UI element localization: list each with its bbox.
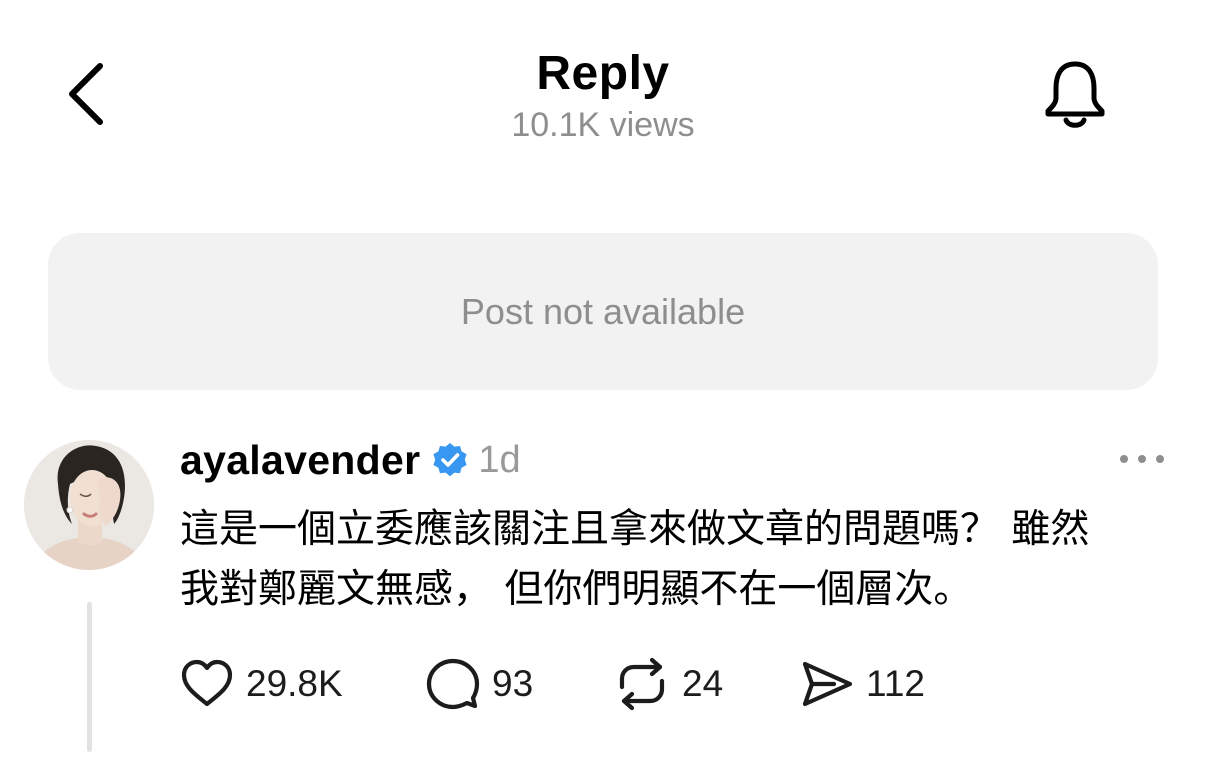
- share-count: 112: [866, 663, 925, 704]
- verified-badge-icon: [433, 443, 467, 477]
- action-bar: 29.8K 93 24 112: [180, 652, 1160, 716]
- more-horizontal-icon: [1120, 455, 1164, 463]
- page-title: Reply: [536, 47, 670, 100]
- bell-icon: [1045, 61, 1105, 128]
- comment-icon: [426, 658, 480, 710]
- repost-button[interactable]: 24: [614, 652, 723, 716]
- avatar[interactable]: [24, 440, 154, 570]
- comment-count: 93: [492, 663, 534, 704]
- reply-text-line: 我對鄭麗文無感， 但你們明顯不在一個層次。: [180, 567, 973, 612]
- unavailable-post-card: Post not available: [48, 233, 1158, 390]
- send-icon: [802, 661, 853, 707]
- comment-button[interactable]: 93: [426, 652, 533, 716]
- reply-header: ayalavender 1d: [180, 432, 521, 488]
- thread-line: [87, 602, 92, 752]
- unavailable-post-text: Post not available: [460, 290, 746, 332]
- repost-icon: [619, 657, 665, 711]
- more-options-button[interactable]: [1116, 446, 1168, 472]
- top-bar: Reply 10.1K views: [0, 0, 1206, 180]
- view-count: 10.1K views: [511, 106, 695, 144]
- like-button[interactable]: 29.8K: [180, 652, 343, 716]
- avatar-image: [24, 440, 154, 570]
- username[interactable]: ayalavender: [180, 437, 420, 484]
- heart-icon: [181, 659, 233, 707]
- post-time: 1d: [478, 438, 521, 481]
- notifications-button[interactable]: [1040, 56, 1110, 132]
- reply-text-line: 這是一個立委應該關注且拿來做文章的問題嗎？ 雖然: [180, 507, 1090, 552]
- repost-count: 24: [682, 663, 724, 704]
- share-button[interactable]: 112: [800, 652, 925, 716]
- reply-text: 這是一個立委應該關注且拿來做文章的問題嗎？ 雖然 我對鄭麗文無感， 但你們明顯不…: [180, 500, 1180, 620]
- like-count: 29.8K: [246, 663, 343, 704]
